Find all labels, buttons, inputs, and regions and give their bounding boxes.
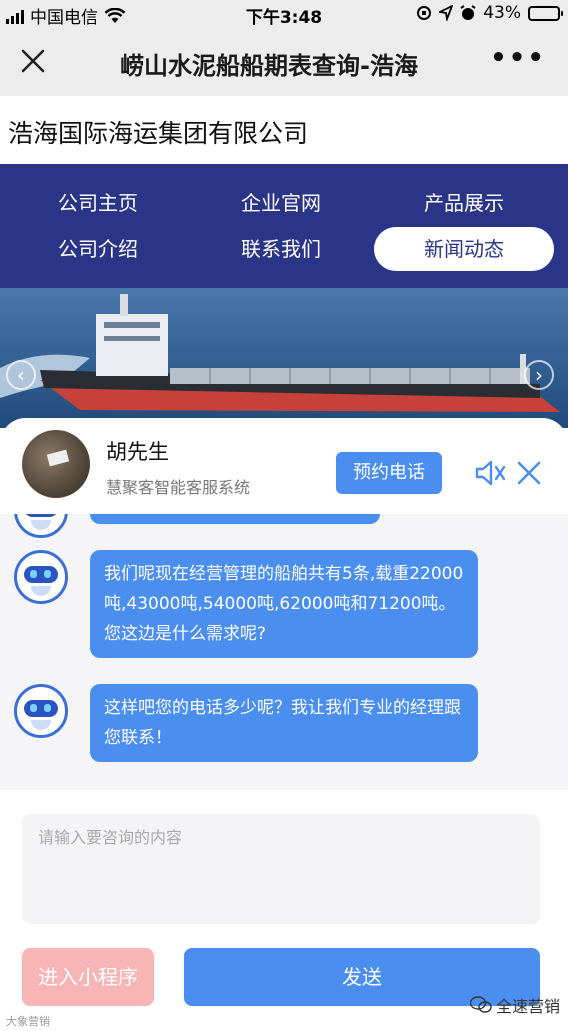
mini-program-button[interactable]: 进入小程序	[22, 948, 154, 1006]
banner-prev-arrow[interactable]: ‹	[6, 360, 36, 390]
status-right: 43%	[416, 3, 563, 23]
book-call-button[interactable]: 预约电话	[336, 452, 442, 494]
message-input[interactable]: 请输入要咨询的内容	[22, 814, 540, 924]
chat-header: 胡先生 慧聚客智能客服系统 预约电话	[0, 418, 568, 514]
banner-next-arrow[interactable]: ›	[524, 360, 554, 390]
company-header: 浩海国际海运集团有限公司	[0, 96, 568, 164]
message-bubble: 这样吧您的电话多少呢？我让我们专业的经理跟您联系！	[90, 684, 478, 762]
chat-panel: 胡先生 慧聚客智能客服系统 预约电话 我们呢现在经营管理的船舶共有5条,载重22…	[0, 418, 568, 1031]
battery-icon	[528, 5, 563, 21]
wechat-icon	[469, 996, 492, 1013]
menu-item-about[interactable]: 公司介绍	[8, 227, 188, 271]
bot-avatar-icon	[14, 514, 68, 538]
watermark-left: 大象营销	[6, 1015, 50, 1028]
rotation-lock-icon	[417, 6, 432, 20]
cargo-ship-image	[0, 288, 568, 428]
menu-item-news[interactable]: 新闻动态	[374, 227, 554, 271]
alarm-icon	[460, 5, 476, 20]
message-list: 我们呢现在经营管理的船舶共有5条,载重22000吨,43000吨,54000吨,…	[0, 514, 568, 790]
message-bubble: 我们呢现在经营管理的船舶共有5条,载重22000吨,43000吨,54000吨,…	[90, 550, 478, 658]
agent-name: 胡先生	[106, 440, 169, 464]
previous-message-bubble	[90, 514, 380, 524]
status-bar: 中国电信 下午3:48 43%	[0, 0, 568, 28]
banner-image: ‹ ›	[0, 288, 568, 428]
menu-item-products[interactable]: 产品展示	[374, 181, 554, 225]
site-menu: 公司主页 企业官网 产品展示 公司介绍 联系我们 新闻动态	[0, 164, 568, 288]
avatar	[22, 430, 90, 498]
company-name: 浩海国际海运集团有限公司	[8, 119, 309, 148]
bot-avatar-icon	[14, 684, 68, 738]
close-icon[interactable]	[18, 46, 48, 76]
location-icon	[439, 5, 454, 21]
speaker-mute-icon[interactable]	[474, 458, 506, 488]
page-title: 崂山水泥船船期表查询-浩海	[120, 52, 418, 80]
menu-item-home[interactable]: 公司主页	[8, 181, 188, 225]
agent-subtitle: 慧聚客智能客服系统	[106, 478, 251, 497]
menu-item-website[interactable]: 企业官网	[191, 181, 371, 225]
menu-item-contact[interactable]: 联系我们	[191, 227, 371, 271]
watermark-right-text: 全速营销	[495, 997, 560, 1016]
nav-bar: 崂山水泥船船期表查询-浩海 •••	[0, 26, 568, 96]
more-options-icon[interactable]: •••	[490, 45, 546, 71]
bot-avatar-icon	[14, 550, 68, 604]
battery-percent: 43%	[483, 3, 521, 23]
watermark-right: 全速营销	[469, 993, 560, 1017]
close-chat-icon[interactable]	[516, 460, 542, 486]
